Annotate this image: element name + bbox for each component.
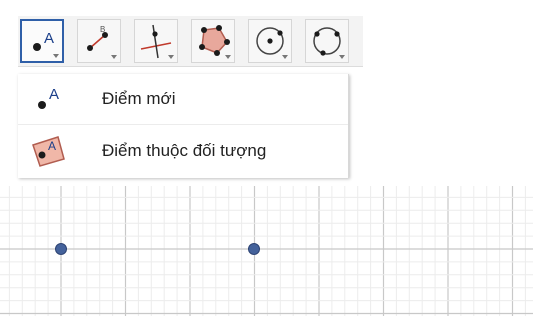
chevron-down-icon — [111, 55, 117, 59]
graph-point-1[interactable] — [55, 243, 67, 255]
toolbar: A B — [18, 16, 363, 67]
chevron-down-icon — [282, 55, 288, 59]
point-icon: A — [38, 86, 59, 109]
tool-perpendicular-line-button[interactable] — [134, 19, 178, 63]
chevron-down-icon — [53, 54, 59, 58]
chevron-down-icon — [339, 55, 345, 59]
point-on-object-icon: A — [32, 136, 65, 167]
svg-text:A: A — [44, 30, 54, 47]
menu-item-point-on-object[interactable]: A Điểm thuộc đối tượng — [18, 126, 348, 176]
graphics-view[interactable] — [0, 186, 533, 316]
grid — [0, 186, 533, 316]
tool-point-button[interactable]: A — [20, 19, 64, 63]
tool-segment-button[interactable]: B — [77, 19, 121, 63]
chevron-down-icon — [168, 55, 174, 59]
tool-polygon-button[interactable] — [191, 19, 235, 63]
menu-item-label: Điểm mới — [102, 89, 176, 108]
tool-dropdown-menu: A Điểm mới A Điểm thuộc đối tượng — [18, 74, 349, 178]
graph-point-2[interactable] — [248, 243, 260, 255]
menu-item-new-point[interactable]: A Điểm mới — [18, 74, 348, 124]
chevron-down-icon — [225, 55, 231, 59]
tool-circle-center-point-button[interactable] — [248, 19, 292, 63]
svg-text:A: A — [49, 86, 59, 103]
menu-item-label: Điểm thuộc đối tượng — [102, 141, 267, 160]
svg-text:B: B — [100, 25, 105, 34]
tool-circle-three-points-button[interactable] — [305, 19, 349, 63]
menu-separator — [18, 124, 348, 125]
svg-text:A: A — [48, 139, 56, 153]
